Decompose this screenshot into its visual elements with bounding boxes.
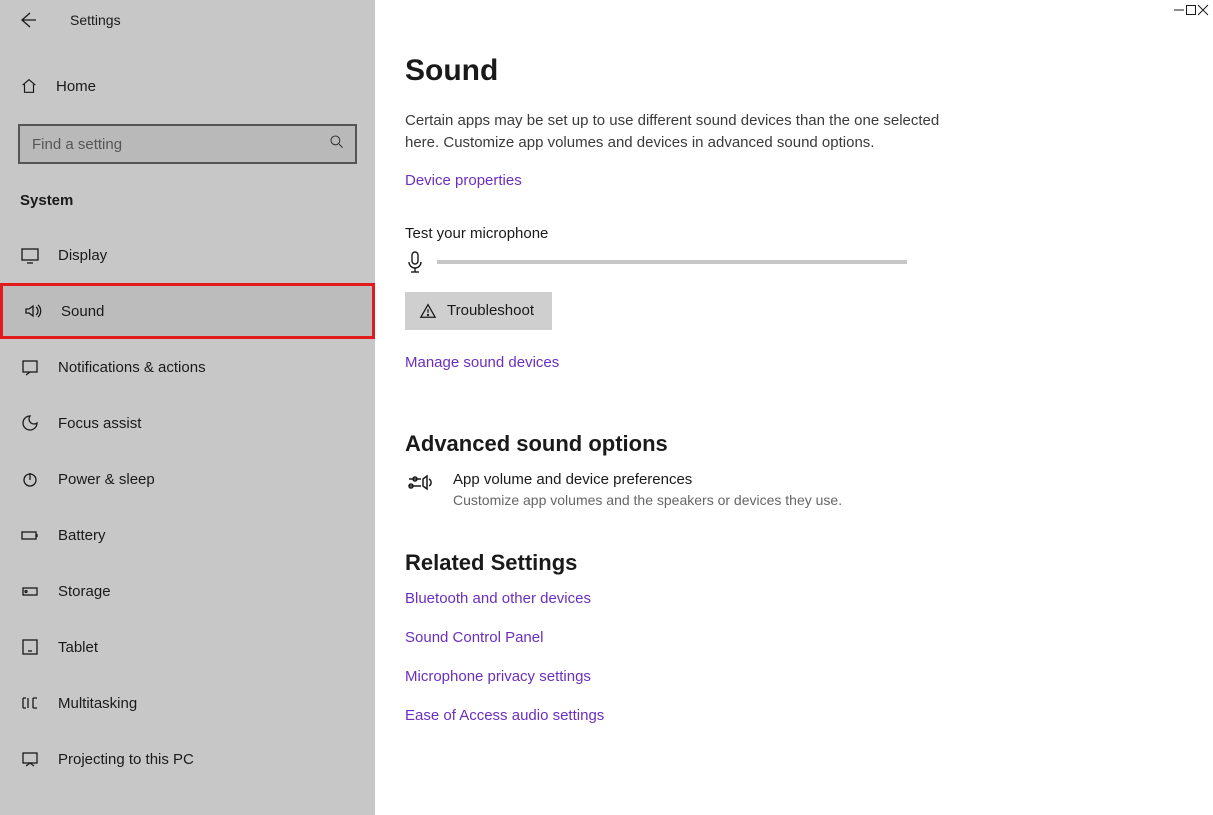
advanced-options-heading: Advanced sound options bbox=[405, 431, 1183, 457]
projecting-icon bbox=[20, 749, 40, 769]
related-settings-heading: Related Settings bbox=[405, 550, 1183, 576]
sidebar-item-label: Display bbox=[58, 247, 107, 264]
sidebar-item-multitasking[interactable]: Multitasking bbox=[0, 675, 375, 731]
home-label: Home bbox=[56, 78, 96, 95]
app-volume-preferences-row[interactable]: App volume and device preferences Custom… bbox=[405, 471, 1183, 508]
home-button[interactable]: Home bbox=[0, 64, 375, 108]
sidebar-item-sound[interactable]: Sound bbox=[0, 283, 375, 339]
microphone-level-bar bbox=[437, 260, 907, 264]
sidebar-item-label: Battery bbox=[58, 527, 106, 544]
sidebar-item-label: Power & sleep bbox=[58, 471, 155, 488]
troubleshoot-label: Troubleshoot bbox=[447, 302, 534, 319]
back-button[interactable] bbox=[16, 8, 40, 32]
section-label: System bbox=[0, 164, 375, 221]
display-icon bbox=[20, 245, 40, 265]
power-icon bbox=[20, 469, 40, 489]
related-link-bluetooth[interactable]: Bluetooth and other devices bbox=[405, 590, 1183, 607]
home-icon bbox=[20, 77, 38, 95]
page-description: Certain apps may be set up to use differ… bbox=[405, 110, 945, 154]
sidebar: Settings Home System Display bbox=[0, 0, 375, 815]
sidebar-item-storage[interactable]: Storage bbox=[0, 563, 375, 619]
sidebar-item-label: Tablet bbox=[58, 639, 98, 656]
sidebar-item-label: Storage bbox=[58, 583, 111, 600]
warning-icon bbox=[419, 302, 437, 320]
multitasking-icon bbox=[20, 693, 40, 713]
related-link-ease-of-access-audio[interactable]: Ease of Access audio settings bbox=[405, 707, 1183, 724]
app-volume-title: App volume and device preferences bbox=[453, 471, 842, 488]
search-input[interactable] bbox=[18, 124, 357, 164]
device-properties-link[interactable]: Device properties bbox=[405, 172, 522, 189]
sidebar-item-label: Focus assist bbox=[58, 415, 141, 432]
related-link-sound-control-panel[interactable]: Sound Control Panel bbox=[405, 629, 1183, 646]
sidebar-item-battery[interactable]: Battery bbox=[0, 507, 375, 563]
search-container bbox=[18, 124, 357, 164]
sidebar-item-label: Sound bbox=[61, 303, 104, 320]
related-link-mic-privacy[interactable]: Microphone privacy settings bbox=[405, 668, 1183, 685]
sidebar-item-power-sleep[interactable]: Power & sleep bbox=[0, 451, 375, 507]
sliders-icon bbox=[405, 471, 433, 499]
app-volume-subtitle: Customize app volumes and the speakers o… bbox=[453, 492, 842, 508]
app-title: Settings bbox=[70, 12, 121, 28]
sidebar-item-label: Projecting to this PC bbox=[58, 751, 194, 768]
search-icon bbox=[329, 134, 345, 150]
battery-icon bbox=[20, 525, 40, 545]
troubleshoot-button[interactable]: Troubleshoot bbox=[405, 292, 552, 330]
main-panel: Sound Certain apps may be set up to use … bbox=[375, 0, 1213, 815]
close-button[interactable] bbox=[1197, 4, 1209, 16]
sidebar-item-label: Notifications & actions bbox=[58, 359, 206, 376]
storage-icon bbox=[20, 581, 40, 601]
manage-sound-devices-link[interactable]: Manage sound devices bbox=[405, 354, 559, 371]
notifications-icon bbox=[20, 357, 40, 377]
window-controls bbox=[375, 0, 1213, 40]
focus-assist-icon bbox=[20, 413, 40, 433]
sidebar-item-projecting[interactable]: Projecting to this PC bbox=[0, 731, 375, 787]
sound-icon bbox=[23, 301, 43, 321]
sidebar-item-notifications[interactable]: Notifications & actions bbox=[0, 339, 375, 395]
tablet-icon bbox=[20, 637, 40, 657]
sidebar-item-tablet[interactable]: Tablet bbox=[0, 619, 375, 675]
maximize-button[interactable] bbox=[1185, 4, 1197, 16]
sidebar-item-display[interactable]: Display bbox=[0, 227, 375, 283]
microphone-icon bbox=[405, 250, 425, 274]
sidebar-item-focus-assist[interactable]: Focus assist bbox=[0, 395, 375, 451]
minimize-button[interactable] bbox=[1173, 4, 1185, 16]
sidebar-nav: Display Sound Notifications & actions Fo… bbox=[0, 227, 375, 787]
page-title: Sound bbox=[405, 54, 1183, 88]
test-microphone-label: Test your microphone bbox=[405, 225, 1183, 242]
sidebar-item-label: Multitasking bbox=[58, 695, 137, 712]
